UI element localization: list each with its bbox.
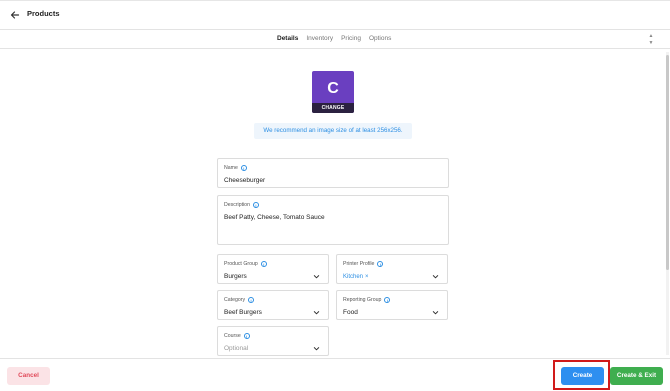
create-and-exit-button[interactable]: Create & Exit bbox=[610, 367, 663, 385]
info-icon[interactable]: i bbox=[260, 261, 267, 267]
printer-profile-select[interactable]: Printer Profile i Kitchen × bbox=[336, 254, 448, 284]
category-label: Category i bbox=[224, 297, 255, 303]
action-footer: Cancel Create Create & Exit bbox=[0, 358, 670, 391]
chip-label: Kitchen bbox=[343, 273, 364, 280]
info-icon[interactable]: i bbox=[243, 333, 250, 339]
name-value: Cheeseburger bbox=[224, 177, 266, 184]
tab-pricing[interactable]: Pricing bbox=[337, 31, 365, 49]
product-image[interactable]: C CHANGE bbox=[312, 71, 354, 113]
scrollbar-thumb[interactable] bbox=[666, 55, 669, 270]
course-placeholder: Optional bbox=[224, 345, 249, 352]
printer-profile-label: Printer Profile i bbox=[343, 261, 384, 267]
info-icon[interactable]: i bbox=[248, 297, 255, 303]
cancel-button[interactable]: Cancel bbox=[7, 367, 50, 385]
name-field[interactable]: Name i Cheeseburger bbox=[217, 158, 449, 188]
category-select[interactable]: Category i Beef Burgers bbox=[217, 290, 329, 320]
expand-toggle[interactable]: ▲ ▼ bbox=[647, 34, 655, 46]
tab-details[interactable]: Details bbox=[273, 31, 302, 49]
info-icon[interactable]: i bbox=[377, 261, 384, 267]
page-title: Products bbox=[27, 9, 60, 18]
product-group-value: Burgers bbox=[224, 273, 247, 280]
printer-profile-chip: Kitchen × bbox=[343, 272, 369, 281]
info-icon[interactable]: i bbox=[384, 297, 391, 303]
product-group-label: Product Group i bbox=[224, 261, 267, 267]
description-field[interactable]: Description i Beef Patty, Cheese, Tomato… bbox=[217, 195, 449, 245]
tab-options[interactable]: Options bbox=[365, 31, 395, 49]
description-value: Beef Patty, Cheese, Tomato Sauce bbox=[224, 214, 325, 221]
page-header: Products bbox=[0, 1, 670, 30]
category-value: Beef Burgers bbox=[224, 309, 262, 316]
product-image-letter: C bbox=[327, 80, 339, 97]
chevron-up-icon: ▲ bbox=[648, 33, 654, 39]
chevron-down-icon[interactable] bbox=[313, 273, 320, 280]
tab-bar: Details Inventory Pricing Options ▲ ▼ bbox=[0, 31, 670, 49]
image-size-hint: We recommend an image size of at least 2… bbox=[254, 123, 412, 139]
chevron-down-icon[interactable] bbox=[432, 273, 439, 280]
remove-chip-icon[interactable]: × bbox=[365, 274, 369, 280]
chevron-down-icon[interactable] bbox=[313, 309, 320, 316]
course-select[interactable]: Course i Optional bbox=[217, 326, 329, 356]
chevron-down-icon[interactable] bbox=[432, 309, 439, 316]
info-icon[interactable]: i bbox=[240, 165, 247, 171]
name-label: Name i bbox=[224, 165, 247, 171]
description-label: Description i bbox=[224, 202, 259, 208]
change-image-button[interactable]: CHANGE bbox=[312, 103, 354, 113]
reporting-group-select[interactable]: Reporting Group i Food bbox=[336, 290, 448, 320]
reporting-group-label: Reporting Group i bbox=[343, 297, 391, 303]
reporting-group-value: Food bbox=[343, 309, 358, 316]
chevron-down-icon: ▼ bbox=[648, 40, 654, 46]
back-button[interactable] bbox=[8, 8, 22, 22]
arrow-left-icon bbox=[10, 11, 20, 19]
course-label: Course i bbox=[224, 333, 250, 339]
tabs: Details Inventory Pricing Options bbox=[273, 31, 395, 49]
product-group-select[interactable]: Product Group i Burgers bbox=[217, 254, 329, 284]
chevron-down-icon[interactable] bbox=[313, 345, 320, 352]
tab-inventory[interactable]: Inventory bbox=[302, 31, 337, 49]
create-button[interactable]: Create bbox=[561, 367, 604, 385]
info-icon[interactable]: i bbox=[252, 202, 259, 208]
